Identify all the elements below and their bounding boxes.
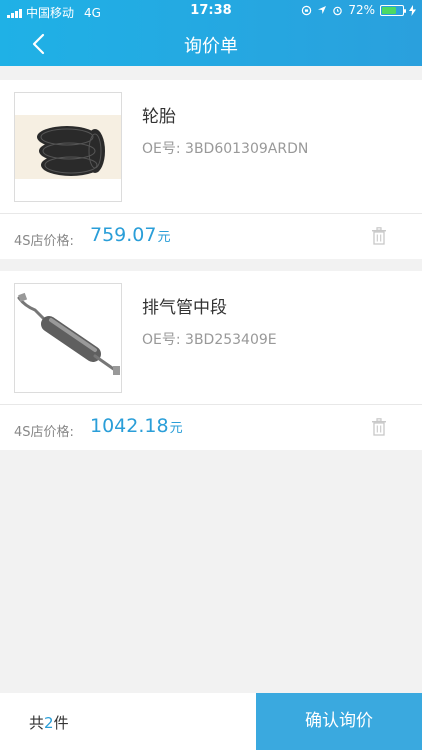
product-thumbnail[interactable] <box>14 92 122 202</box>
total-count: 2 <box>44 714 54 732</box>
location-icon <box>318 6 327 14</box>
orientation-lock-icon <box>302 5 312 15</box>
product-name: 轮胎 <box>142 107 176 127</box>
battery-percent: 72% <box>348 3 375 17</box>
oe-number: OE号: 3BD253409E <box>142 332 277 348</box>
total-suffix: 件 <box>53 714 69 732</box>
battery-icon <box>380 4 406 16</box>
product-thumbnail[interactable] <box>14 283 122 393</box>
price-amount: 1042.18 <box>90 415 169 437</box>
inquiry-item[interactable]: 轮胎 OE号: 3BD601309ARDN 4S店价格: 759.07元 <box>0 80 422 259</box>
trash-icon[interactable] <box>371 418 387 436</box>
inquiry-item[interactable]: 排气管中段 OE号: 3BD253409E 4S店价格: 1042.18元 <box>0 271 422 450</box>
total-prefix: 共 <box>29 714 45 732</box>
header: 中国移动 4G 17:38 72% 询价单 <box>0 0 422 66</box>
product-name: 排气管中段 <box>142 298 227 318</box>
total-count-label: 共2件 <box>29 712 69 733</box>
charging-icon <box>409 4 416 16</box>
price-amount: 759.07 <box>90 224 157 246</box>
page-title: 询价单 <box>184 36 238 57</box>
footer-bar: 共2件 确认询价 <box>0 693 422 750</box>
price-unit: 元 <box>157 230 171 245</box>
nav-bar: 询价单 <box>0 22 422 66</box>
status-bar: 中国移动 4G 17:38 72% <box>0 0 422 22</box>
price-value: 759.07元 <box>90 224 171 246</box>
trash-icon[interactable] <box>371 227 387 245</box>
alarm-icon <box>333 6 343 15</box>
price-label: 4S店价格: <box>14 425 74 440</box>
confirm-inquiry-button[interactable]: 确认询价 <box>256 693 422 750</box>
price-value: 1042.18元 <box>90 415 183 437</box>
exhaust-pipe-image-icon <box>17 292 120 375</box>
oe-number: OE号: 3BD601309ARDN <box>142 141 309 157</box>
price-unit: 元 <box>169 421 183 436</box>
tire-image-icon <box>15 115 121 179</box>
price-label: 4S店价格: <box>14 234 74 249</box>
